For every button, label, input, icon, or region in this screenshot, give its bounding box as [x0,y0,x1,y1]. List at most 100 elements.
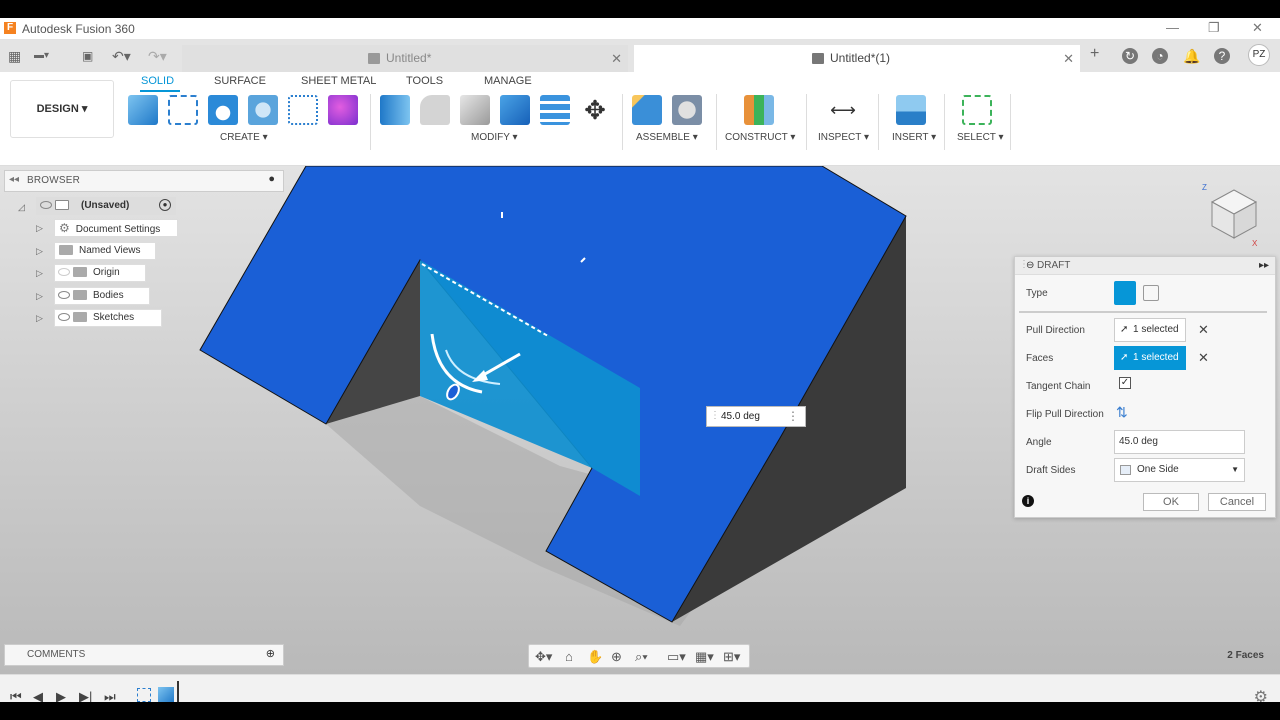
expand-icon[interactable]: ▷ [36,268,43,279]
browser-root-unsaved[interactable]: (Unsaved) ● [36,197,176,215]
move-icon[interactable]: ✥ [580,95,610,125]
display-settings-icon[interactable]: ▭▾ [667,649,686,665]
browser-item-named-views[interactable]: Named Views [54,242,156,260]
expand-dialog-icon[interactable]: ▸▸ [1259,260,1269,271]
comments-panel-header[interactable]: COMMENTS ⊕ [4,644,284,666]
look-at-icon[interactable]: ⌂ [565,649,573,664]
create-menu[interactable]: CREATE ▾ [220,132,268,143]
user-avatar[interactable]: PZ [1248,44,1270,66]
viewcube[interactable]: Z X [1200,180,1262,250]
press-pull-icon[interactable] [380,95,410,125]
go-to-start-icon[interactable]: ⏮ [10,689,22,702]
browser-item-bodies[interactable]: Bodies [54,287,150,305]
fillet-icon[interactable] [420,95,450,125]
extensions-icon[interactable]: ◔ [1152,48,1168,64]
fit-window-icon[interactable]: ⌕▾ [635,649,648,665]
offset-plane-icon[interactable] [744,95,774,125]
modify-menu[interactable]: MODIFY ▾ [471,132,518,143]
notifications-bell-icon[interactable]: 🔔 [1183,48,1200,64]
orbit-icon[interactable]: ✥▾ [535,649,552,665]
undo-icon[interactable]: ↶▾ [112,48,131,65]
expand-icon[interactable]: ▷ [36,246,43,257]
timeline-settings-gear-icon[interactable]: ⚙ [1254,687,1268,702]
angle-input-box[interactable]: ⋮ 45.0 deg ⋮ [706,406,806,427]
hidden-eye-icon[interactable] [58,268,70,277]
tab-untitled[interactable]: Untitled* ✕ [182,45,628,72]
type-fixed-plane-button[interactable] [1114,281,1136,305]
maximize-icon[interactable]: ❐ [1208,20,1220,36]
assemble-menu[interactable]: ASSEMBLE ▾ [636,132,698,143]
tab-solid[interactable]: SOLID [141,75,174,87]
clear-pull-direction-icon[interactable]: ✕ [1198,322,1209,338]
workspace-switcher[interactable]: DESIGN ▾ [10,80,114,138]
viewports-icon[interactable]: ⊞▾ [723,649,740,665]
form-icon[interactable] [328,95,358,125]
tab-tools[interactable]: TOOLS [406,75,443,87]
info-icon[interactable]: i [1022,495,1034,507]
activate-radio-icon[interactable]: ● [159,199,171,211]
pan-hand-icon[interactable]: ✋ [587,649,603,665]
revolve-icon[interactable] [248,95,278,125]
visibility-eye-icon[interactable] [58,291,70,300]
cancel-button[interactable]: Cancel [1208,493,1266,511]
play-icon[interactable]: ▶ [56,689,66,702]
job-status-icon[interactable]: ↻ [1122,48,1138,64]
expand-icon[interactable]: ▷ [36,313,43,324]
new-component-icon[interactable] [128,95,158,125]
collapse-browser-icon[interactable]: ◂◂ [9,174,19,185]
step-forward-icon[interactable]: ▶| [79,689,92,702]
redo-icon[interactable]: ↷▾ [148,48,167,65]
save-icon[interactable]: ▣ [82,49,93,63]
browser-item-document-settings[interactable]: ⚙ Document Settings [54,219,178,237]
timeline-sketch-icon[interactable] [137,688,151,702]
tab-sheet-metal[interactable]: SHEET METAL [301,75,376,87]
browser-item-origin[interactable]: Origin [54,264,146,282]
create-sketch-icon[interactable] [168,95,198,125]
add-comment-icon[interactable]: ⊕ [266,647,275,660]
pattern-icon[interactable] [288,95,318,125]
select-menu[interactable]: SELECT ▾ [957,132,1004,143]
construct-menu[interactable]: CONSTRUCT ▾ [725,132,795,143]
grid-settings-icon[interactable]: ▦▾ [695,649,714,665]
clear-faces-icon[interactable]: ✕ [1198,350,1209,366]
ok-button[interactable]: OK [1143,493,1199,511]
flip-direction-icon[interactable]: ⇅ [1116,404,1128,421]
combine-icon[interactable] [500,95,530,125]
shell-icon[interactable] [460,95,490,125]
canvas-viewport[interactable]: ◂◂ BROWSER ● ◿ (Unsaved) ● ▷ ⚙ Document S… [0,166,1280,674]
tab-surface[interactable]: SURFACE [214,75,266,87]
data-panel-grid-icon[interactable]: ▦ [8,48,21,65]
timeline-marker[interactable] [177,681,179,702]
extrude-icon[interactable] [208,95,238,125]
zoom-icon[interactable]: ⊕ [611,649,622,665]
new-tab-icon[interactable]: + [1090,45,1099,63]
viewcube-graphic[interactable]: Z X [1200,180,1262,250]
tangent-chain-checkbox[interactable]: ✓ [1119,377,1131,389]
drag-handle-icon[interactable]: ⋮ [710,410,720,421]
file-menu-icon[interactable]: ▬▾ [34,50,49,61]
draft-sides-dropdown[interactable]: One Side ▼ [1114,458,1245,482]
insert-image-icon[interactable] [896,95,926,125]
draft-dialog-header[interactable]: ⋮ ⊖ DRAFT ▸▸ [1015,257,1275,275]
joint-icon[interactable] [672,95,702,125]
new-component-assemble-icon[interactable] [632,95,662,125]
angle-field[interactable]: 45.0 deg [1114,430,1245,454]
tab-untitled-1[interactable]: Untitled*(1) ✕ [634,45,1080,72]
go-to-end-icon[interactable]: ⏭ [104,689,116,702]
expand-root-icon[interactable]: ◿ [18,202,25,213]
visibility-eye-icon[interactable] [58,313,70,322]
more-options-icon[interactable]: ⋮ [787,409,799,423]
step-back-icon[interactable]: ◀ [33,689,43,702]
inspect-menu[interactable]: INSPECT ▾ [818,132,869,143]
expand-icon[interactable]: ▷ [36,223,43,234]
expand-icon[interactable]: ▷ [36,291,43,302]
offset-face-icon[interactable] [540,95,570,125]
tab-manage[interactable]: MANAGE [484,75,532,87]
timeline-extrude-icon[interactable] [158,687,174,702]
minimize-icon[interactable]: — [1166,20,1179,35]
visibility-eye-icon[interactable] [40,201,52,210]
angle-input-value[interactable]: 45.0 deg [721,411,760,422]
help-icon[interactable]: ? [1214,48,1230,64]
close-tab-icon[interactable]: ✕ [611,45,622,72]
close-tab-icon[interactable]: ✕ [1063,45,1074,72]
